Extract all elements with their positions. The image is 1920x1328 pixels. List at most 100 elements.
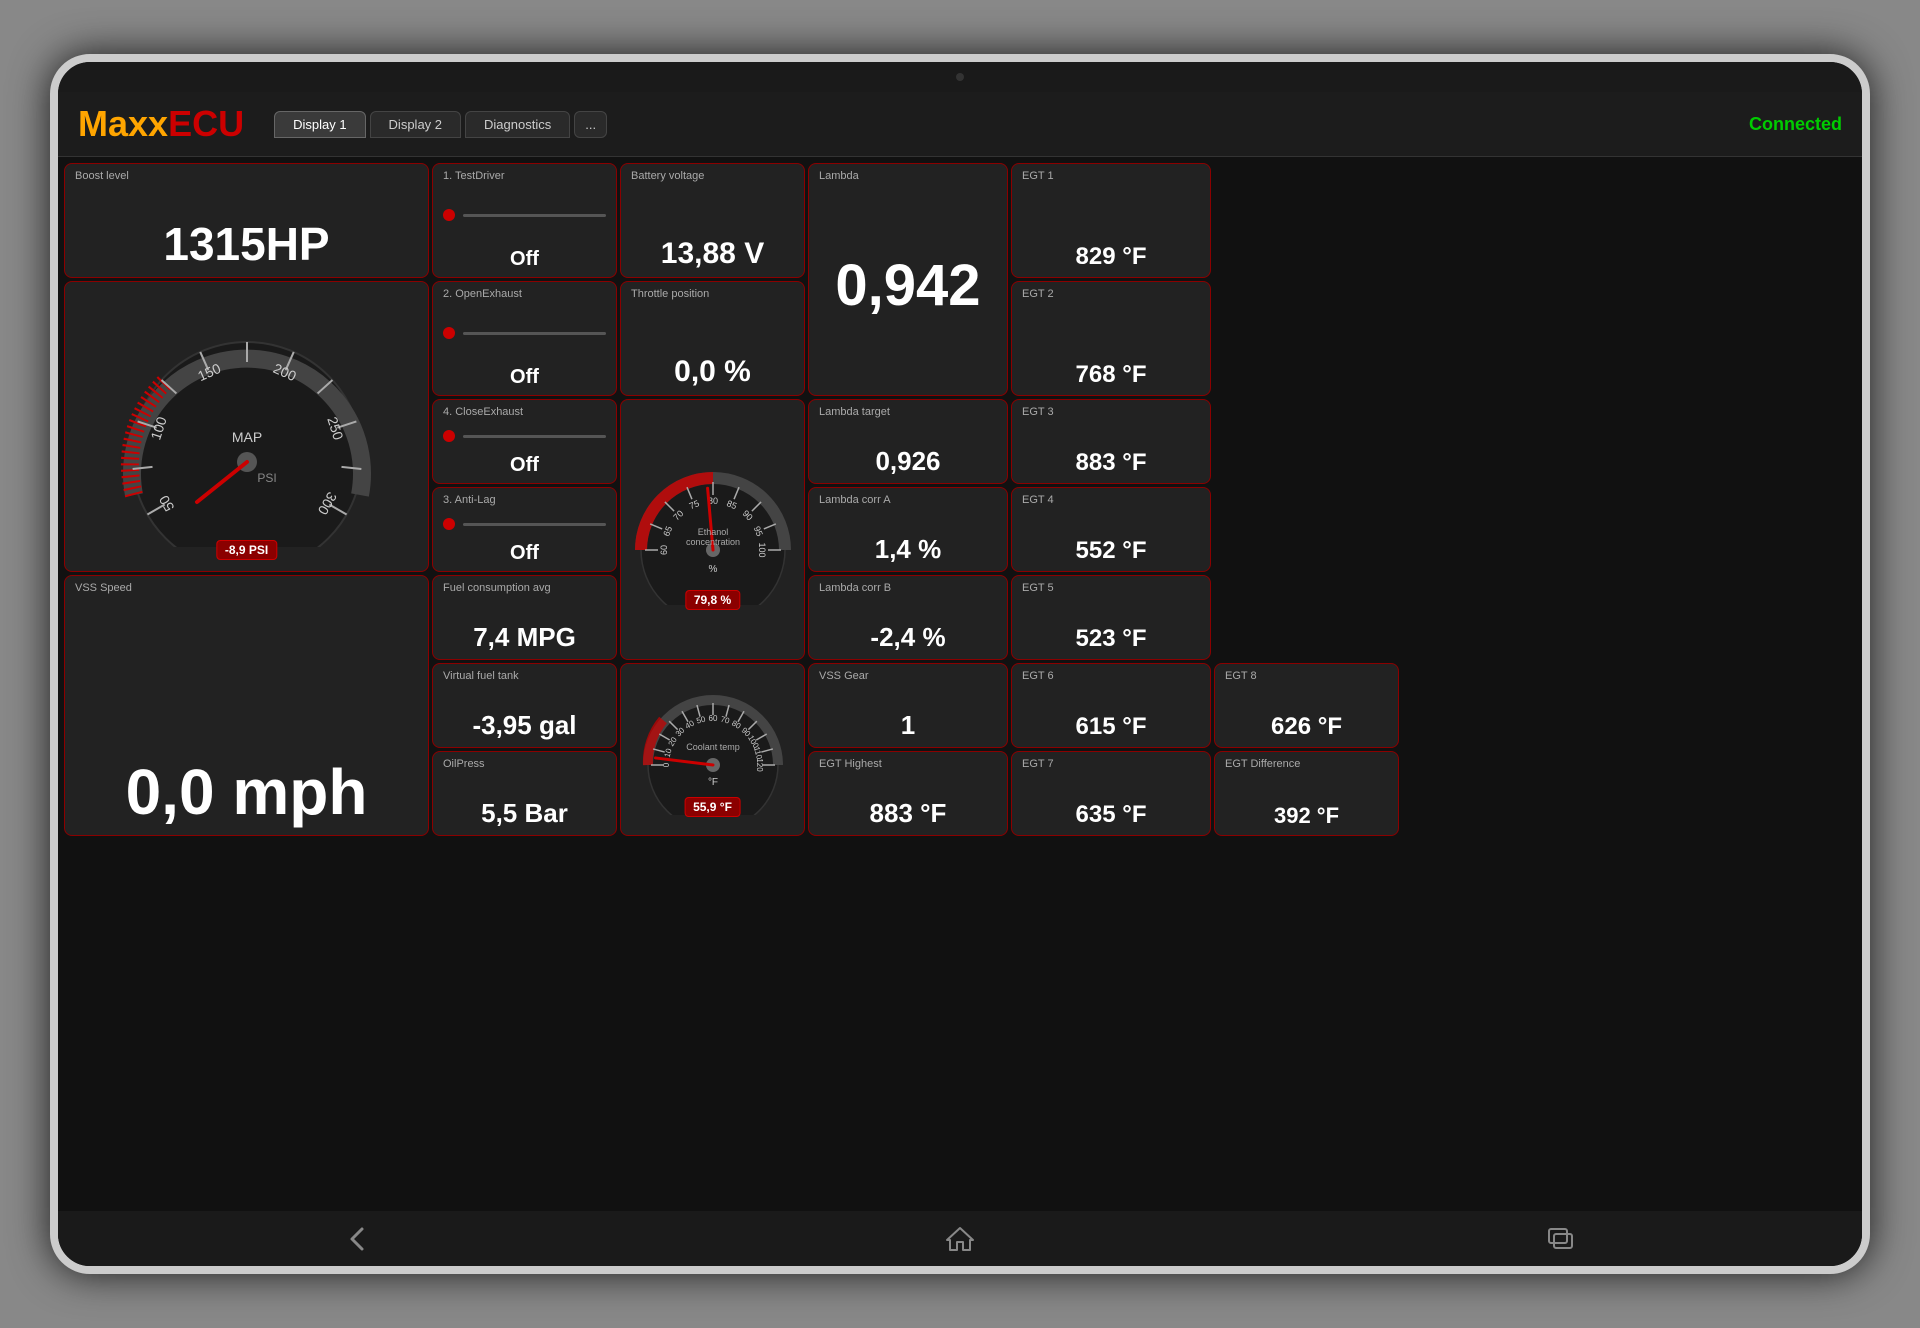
oil-press-label: OilPress xyxy=(443,758,606,770)
fuel-tank-value: -3,95 gal xyxy=(443,710,606,741)
svg-text:Ethanol: Ethanol xyxy=(697,527,728,537)
egt7-value: 635 °F xyxy=(1022,801,1200,829)
lambda-target-value: 0,926 xyxy=(819,446,997,477)
vss-gear-value: 1 xyxy=(819,710,997,741)
svg-text:%: % xyxy=(708,564,717,575)
tab-bar: Display 1 Display 2 Diagnostics ... xyxy=(274,111,1749,138)
egt1-card: EGT 1 829 °F xyxy=(1011,163,1211,278)
throttle-label: Throttle position xyxy=(631,288,794,300)
tab-diagnostics[interactable]: Diagnostics xyxy=(465,111,570,138)
egt-diff-card: EGT Difference 392 °F xyxy=(1214,751,1399,836)
recent-apps-button[interactable] xyxy=(1541,1219,1581,1259)
boost-label: Boost level xyxy=(75,170,418,182)
svg-text:100: 100 xyxy=(757,542,767,557)
egt3-card: EGT 3 883 °F xyxy=(1011,399,1211,484)
lambda-corra-card: Lambda corr A 1,4 % xyxy=(808,487,1008,572)
egt3-label: EGT 3 xyxy=(1022,406,1200,418)
egt4-value: 552 °F xyxy=(1022,537,1200,565)
egt2-card: EGT 2 768 °F xyxy=(1011,281,1211,396)
svg-text:MAP: MAP xyxy=(231,429,261,445)
ethanol-badge: 79,8 % xyxy=(685,590,740,610)
anti-lag-dot xyxy=(443,518,455,530)
home-button[interactable] xyxy=(940,1219,980,1259)
dashboard: Boost level 1315HP xyxy=(58,157,1862,1211)
egt8-value: 626 °F xyxy=(1225,713,1388,741)
egt5-label: EGT 5 xyxy=(1022,582,1200,594)
egt6-card: EGT 6 615 °F xyxy=(1011,663,1211,748)
tablet-device: MaxxECU Display 1 Display 2 Diagnostics … xyxy=(50,54,1870,1274)
camera-dot xyxy=(956,73,964,81)
tab-display1[interactable]: Display 1 xyxy=(274,111,365,138)
fuel-avg-card: Fuel consumption avg 7,4 MPG xyxy=(432,575,617,660)
testdriver-dot xyxy=(443,209,455,221)
coolant-gauge-svg: 0 10 20 30 40 50 60 70 80 90 100 110 120 xyxy=(628,685,798,815)
close-exhaust-dot xyxy=(443,430,455,442)
testdriver-card: 1. TestDriver Off xyxy=(432,163,617,278)
lambda-label: Lambda xyxy=(819,170,997,182)
oil-press-value: 5,5 Bar xyxy=(443,798,606,829)
open-exhaust-value: Off xyxy=(443,366,606,389)
lambda-target-label: Lambda target xyxy=(819,406,997,418)
fuel-tank-card: Virtual fuel tank -3,95 gal xyxy=(432,663,617,748)
open-exhaust-dot xyxy=(443,327,455,339)
battery-label: Battery voltage xyxy=(631,170,794,182)
map-gauge-container: 50 100 150 200 250 300 MAP PSI xyxy=(75,288,418,565)
coolant-gauge-card: 0 10 20 30 40 50 60 70 80 90 100 110 120 xyxy=(620,663,805,836)
egt1-value: 829 °F xyxy=(1022,243,1200,271)
svg-text:concentration: concentration xyxy=(685,537,739,547)
oil-press-card: OilPress 5,5 Bar xyxy=(432,751,617,836)
ethanol-gauge-card: 60 65 70 75 80 85 90 95 100 xyxy=(620,399,805,660)
camera-bar xyxy=(58,62,1862,92)
battery-card: Battery voltage 13,88 V xyxy=(620,163,805,278)
map-gauge-svg: 50 100 150 200 250 300 MAP PSI xyxy=(97,307,397,547)
battery-value: 13,88 V xyxy=(631,237,794,271)
vss-speed-label: VSS Speed xyxy=(75,582,418,594)
top-bar: MaxxECU Display 1 Display 2 Diagnostics … xyxy=(58,92,1862,157)
lambda-corra-label: Lambda corr A xyxy=(819,494,997,506)
anti-lag-line xyxy=(463,523,606,526)
svg-text:0: 0 xyxy=(662,762,671,767)
vss-speed-value: 0,0 mph xyxy=(75,755,418,829)
fuel-avg-value: 7,4 MPG xyxy=(443,622,606,653)
anti-lag-switch-row xyxy=(443,518,606,530)
lambda-corra-value: 1,4 % xyxy=(819,534,997,565)
egt7-label: EGT 7 xyxy=(1022,758,1200,770)
navigation-bar xyxy=(58,1211,1862,1266)
egt-diff-value: 392 °F xyxy=(1225,803,1388,829)
app-area: MaxxECU Display 1 Display 2 Diagnostics … xyxy=(58,92,1862,1266)
connection-status: Connected xyxy=(1749,114,1842,135)
close-exhaust-value: Off xyxy=(443,454,606,477)
svg-text:PSI: PSI xyxy=(257,471,276,485)
boost-card: Boost level 1315HP xyxy=(64,163,429,278)
egt6-label: EGT 6 xyxy=(1022,670,1200,682)
fuel-avg-label: Fuel consumption avg xyxy=(443,582,606,594)
lambda-corrb-value: -2,4 % xyxy=(819,622,997,653)
coolant-gauge-container: 0 10 20 30 40 50 60 70 80 90 100 110 120 xyxy=(628,685,798,815)
svg-text:60: 60 xyxy=(708,714,717,723)
egt4-label: EGT 4 xyxy=(1022,494,1200,506)
testdriver-value: Off xyxy=(443,248,606,271)
back-icon xyxy=(344,1224,374,1254)
tab-display2[interactable]: Display 2 xyxy=(370,111,461,138)
close-exhaust-line xyxy=(463,435,606,438)
egt8-card: EGT 8 626 °F xyxy=(1214,663,1399,748)
vss-gear-label: VSS Gear xyxy=(819,670,997,682)
egt2-label: EGT 2 xyxy=(1022,288,1200,300)
app-logo: MaxxECU xyxy=(78,103,244,145)
open-exhaust-line xyxy=(463,332,606,335)
throttle-value: 0,0 % xyxy=(631,355,794,389)
back-button[interactable] xyxy=(339,1219,379,1259)
anti-lag-label: 3. Anti-Lag xyxy=(443,494,606,506)
svg-text:°F: °F xyxy=(707,777,717,788)
egt3-value: 883 °F xyxy=(1022,449,1200,477)
tab-more[interactable]: ... xyxy=(574,111,607,138)
egt-diff-label: EGT Difference xyxy=(1225,758,1388,770)
logo-maxx: Maxx xyxy=(78,103,168,144)
egt-highest-value: 883 °F xyxy=(819,798,997,829)
egt-highest-label: EGT Highest xyxy=(819,758,997,770)
vss-gear-card: VSS Gear 1 xyxy=(808,663,1008,748)
egt-highest-card: EGT Highest 883 °F xyxy=(808,751,1008,836)
ethanol-gauge-container: 60 65 70 75 80 85 90 95 100 xyxy=(628,455,798,605)
lambda-target-card: Lambda target 0,926 xyxy=(808,399,1008,484)
map-gauge-card: 50 100 150 200 250 300 MAP PSI xyxy=(64,281,429,572)
